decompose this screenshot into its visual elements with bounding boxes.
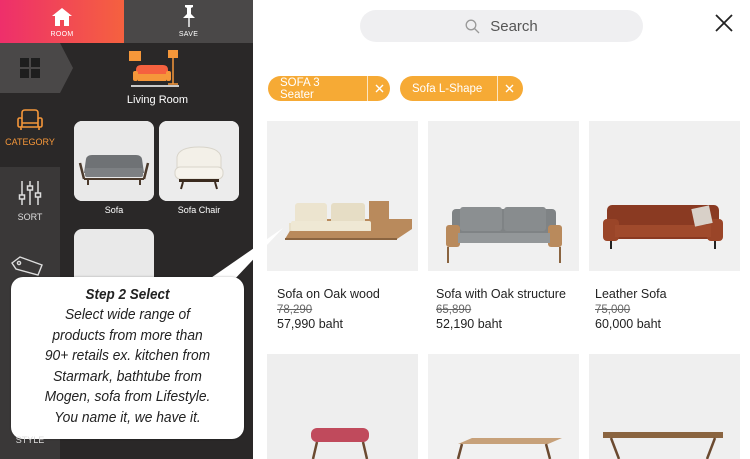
product-name[interactable]: Sofa with Oak structure — [436, 287, 566, 301]
callout-line: Starmark, bathtube from — [53, 367, 202, 385]
filter-chip-label: Sofa L-Shape — [412, 82, 483, 95]
product-price: 60,000 baht — [595, 317, 662, 331]
product-price: 52,190 baht — [436, 317, 503, 331]
product-price: 57,990 baht — [277, 317, 344, 331]
remove-filter-icon[interactable] — [498, 76, 520, 101]
callout-line: products from more than — [52, 326, 203, 344]
app-screen: ROOM SAVE CATEGORY SORT Living Room Sofa… — [0, 0, 750, 459]
close-icon[interactable] — [713, 12, 735, 34]
remove-filter-icon[interactable] — [368, 76, 390, 101]
product-image[interactable] — [428, 121, 579, 271]
callout-bubble: Step 2 Select Select wide range of produ… — [11, 277, 244, 439]
product-image[interactable] — [267, 354, 418, 459]
callout-pointer — [205, 228, 283, 282]
callout-title: Step 2 Select — [85, 286, 170, 303]
callout-line: You name it, we have it. — [54, 408, 201, 426]
product-image[interactable] — [589, 354, 740, 459]
product-old-price: 65,890 — [436, 304, 472, 316]
product-old-price: 78,290 — [277, 304, 313, 316]
product-image[interactable] — [428, 354, 579, 459]
callout-text: Select wide range of products from more … — [20, 305, 234, 428]
rail-item-style-label[interactable]: STYLE — [0, 435, 60, 445]
search-placeholder: Search — [490, 17, 538, 35]
product-old-price: 75,000 — [595, 304, 631, 316]
callout-line: Select wide range of — [64, 306, 191, 323]
search-icon — [465, 19, 480, 33]
filter-chip[interactable]: Sofa L-Shape — [400, 76, 523, 101]
product-name[interactable]: Leather Sofa — [595, 287, 667, 301]
callout-line: Mogen, sofa from Lifestyle. — [44, 388, 211, 405]
search-input[interactable]: Search — [360, 10, 643, 42]
product-image[interactable] — [589, 121, 740, 271]
callout-line: 90+ retails ex. kitchen from — [44, 347, 211, 364]
